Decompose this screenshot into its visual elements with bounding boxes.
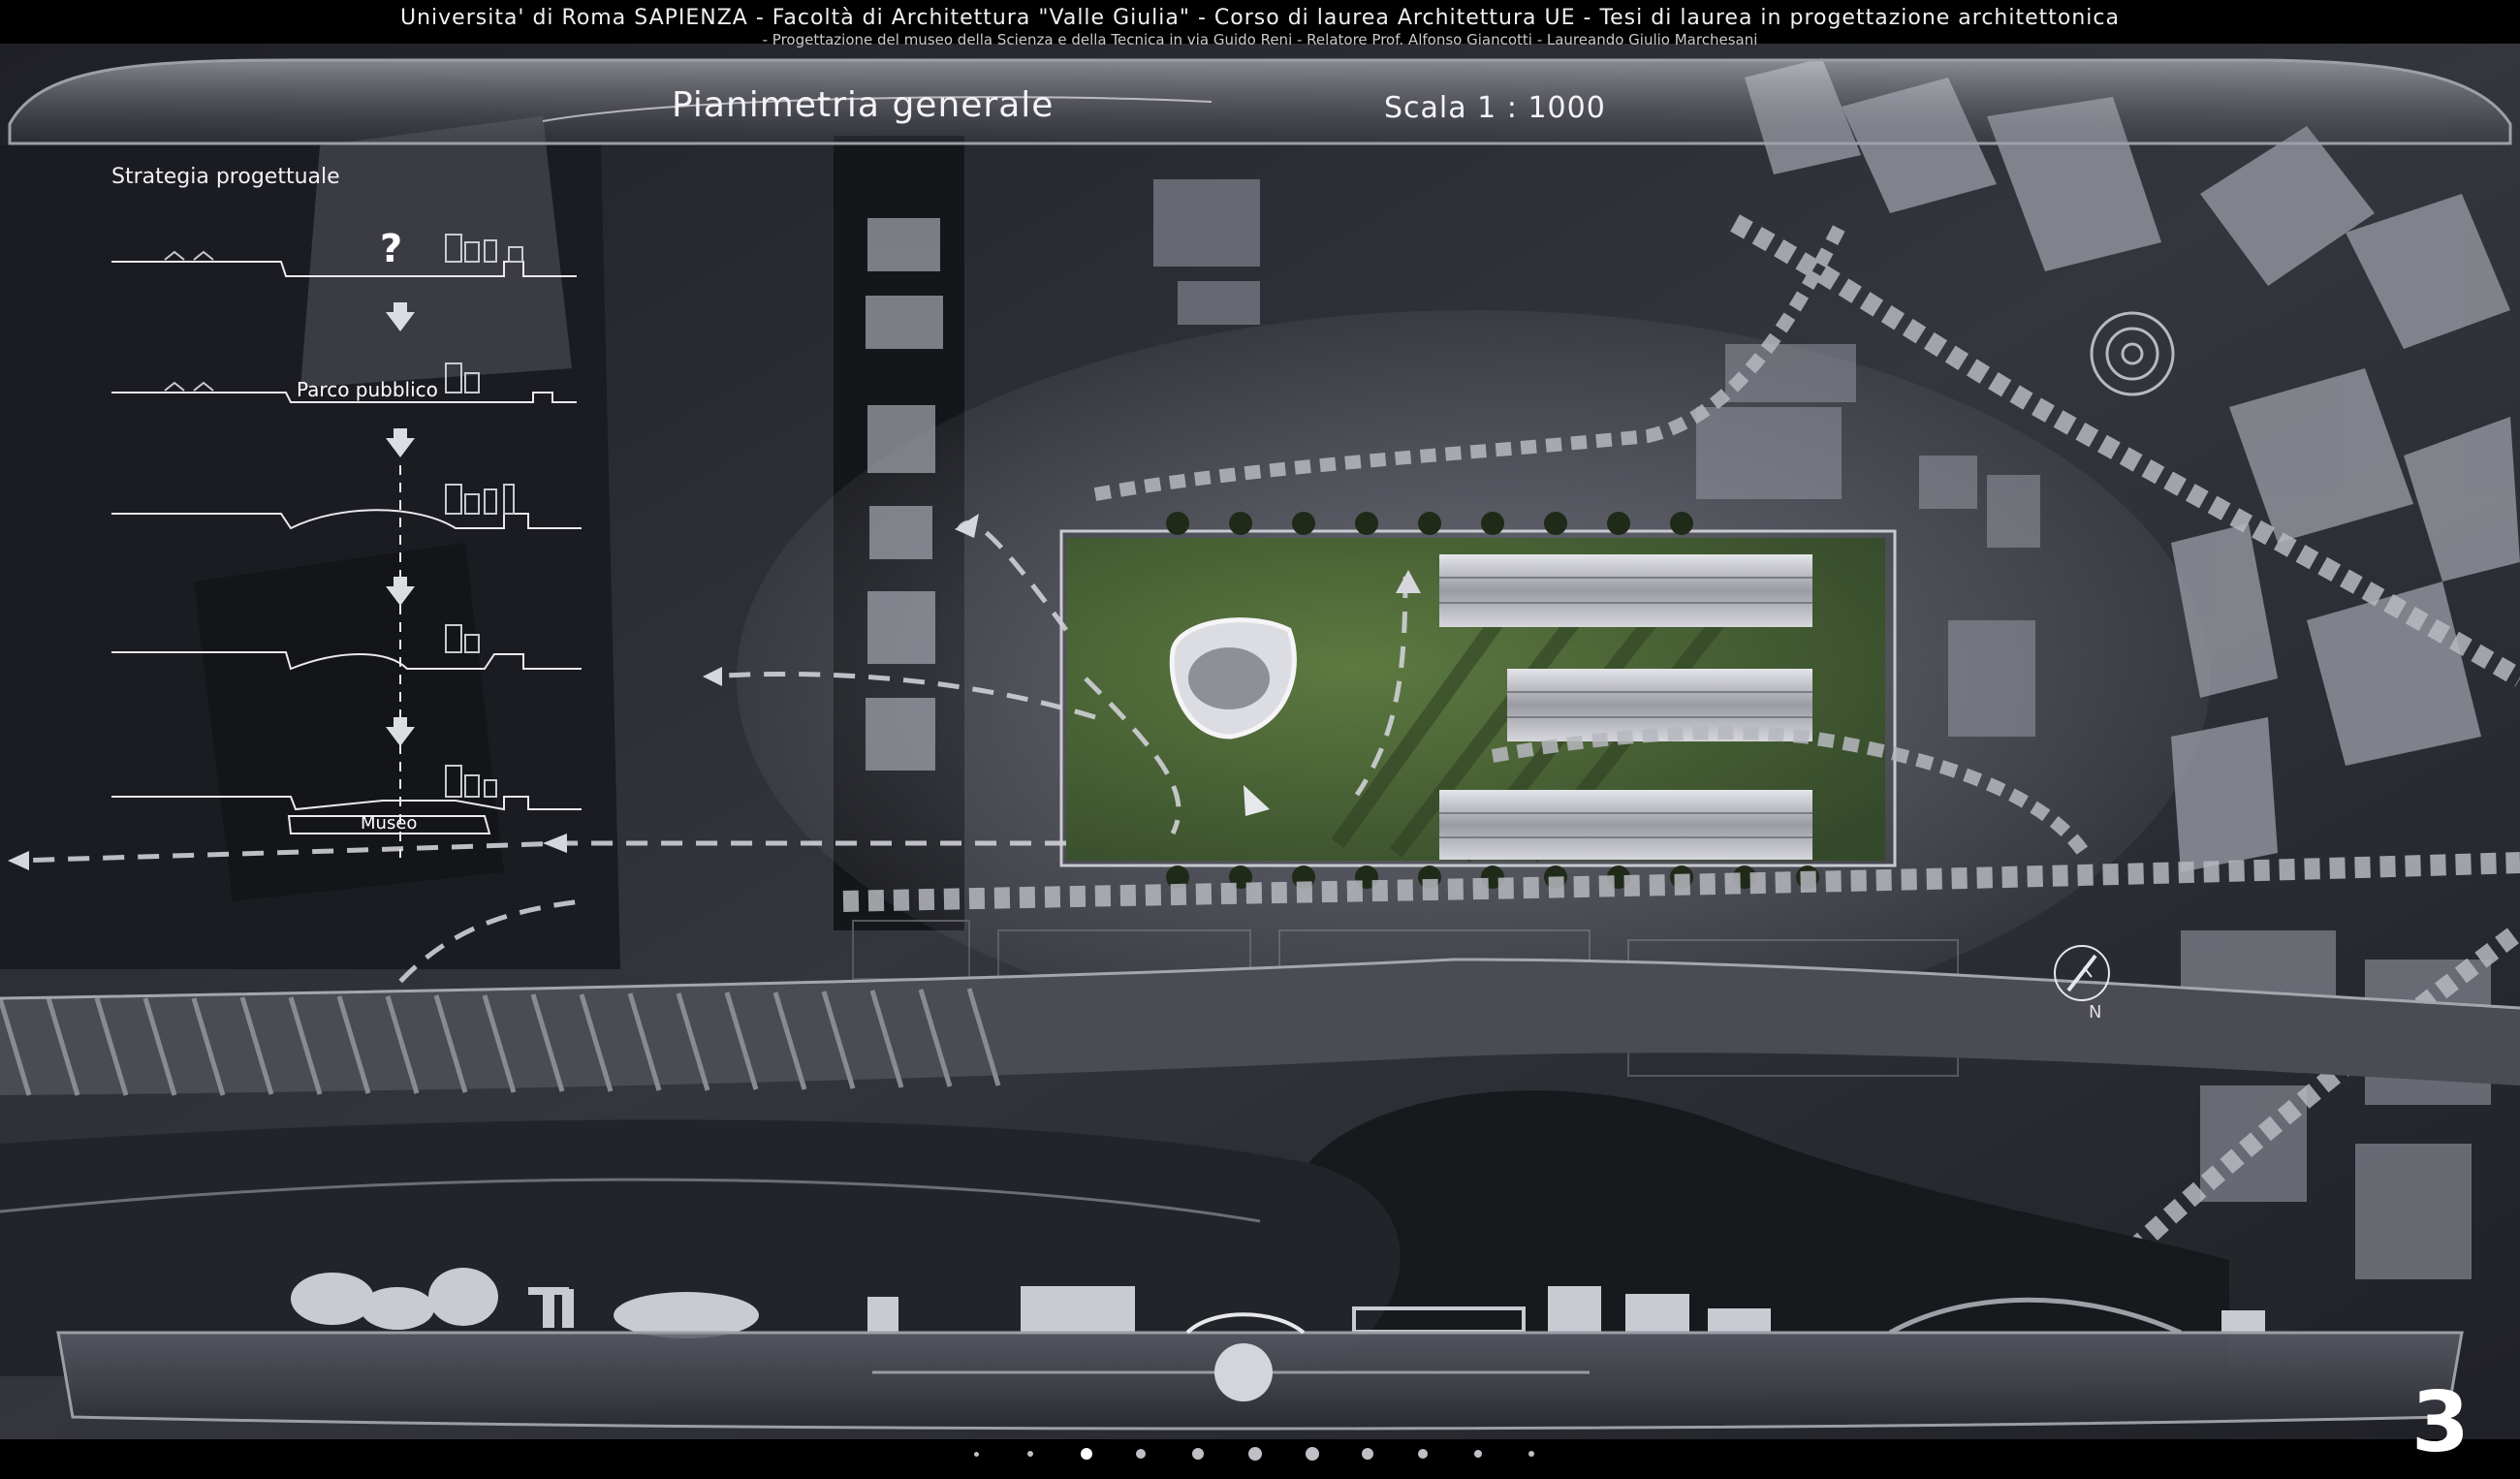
north-label: N — [2089, 1002, 2102, 1023]
pagination-dot[interactable] — [1248, 1447, 1262, 1461]
pagination-dot[interactable] — [974, 1451, 979, 1457]
masterplan-board — [0, 44, 2520, 1439]
tilted-block — [300, 116, 572, 388]
pagination-dot[interactable] — [1474, 1450, 1482, 1458]
pavilion-2 — [1507, 669, 1812, 741]
public-park-label: Parco pubblico — [297, 378, 438, 401]
pagination-dot[interactable] — [1306, 1447, 1319, 1461]
pagination-dot[interactable] — [1027, 1451, 1033, 1457]
pavilion-3 — [1439, 790, 1812, 860]
pagination-dot[interactable] — [1192, 1448, 1204, 1460]
pagination-dot[interactable] — [1136, 1449, 1146, 1459]
pagination-dots — [955, 1447, 1556, 1461]
pagination-dot[interactable] — [1362, 1448, 1373, 1460]
thesis-subheader: - Progettazione del museo della Scienza … — [762, 31, 1758, 48]
scale-label: Scala 1 : 1000 — [1384, 91, 1606, 125]
timeline-knob[interactable] — [1214, 1343, 1273, 1401]
museum-label: Museo — [361, 813, 418, 834]
pavilion-1 — [1439, 554, 1812, 627]
top-glass-frame — [8, 58, 2512, 145]
board-title: Pianimetria generale — [672, 85, 1055, 125]
strategy-heading: Strategia progettuale — [111, 165, 340, 189]
pagination-dot[interactable] — [1528, 1451, 1534, 1457]
pagination-dot[interactable] — [1418, 1449, 1428, 1459]
question-mark-label: ? — [380, 227, 403, 271]
page-number: 3 — [2411, 1374, 2470, 1471]
pagination-dot[interactable] — [1081, 1448, 1092, 1460]
institution-header: Universita' di Roma SAPIENZA - Facoltà d… — [399, 6, 2120, 30]
